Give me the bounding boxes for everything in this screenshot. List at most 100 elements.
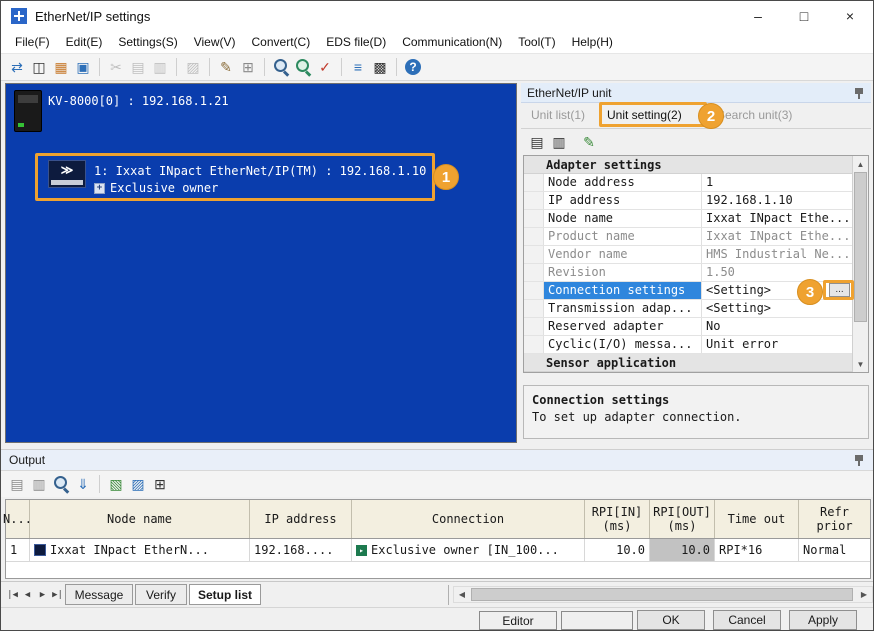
edit-icon[interactable]: ✎ xyxy=(216,57,236,77)
grid-cell-name[interactable]: IP address xyxy=(544,192,702,209)
help-icon[interactable]: ? xyxy=(405,59,421,75)
monitor-icon[interactable]: ◫ xyxy=(29,57,49,77)
header-node-name[interactable]: Node name xyxy=(30,500,250,538)
menu-settings[interactable]: Settings(S) xyxy=(110,32,185,52)
pin-icon[interactable] xyxy=(853,453,865,467)
register-icon[interactable]: ⊞ xyxy=(238,57,258,77)
tab-unit-list[interactable]: Unit list(1) xyxy=(529,103,587,128)
grid-row-reserved-adapter[interactable]: Reserved adapter No xyxy=(524,318,852,336)
output-paste-icon[interactable]: ▥ xyxy=(29,474,49,494)
menu-tool[interactable]: Tool(T) xyxy=(510,32,563,52)
output-export-icon[interactable]: ⇓ xyxy=(73,474,93,494)
grid-cell-value[interactable]: Ixxat INpact Ethe... xyxy=(702,210,852,227)
grid-row-revision[interactable]: Revision 1.50 xyxy=(524,264,852,282)
editor-status-cell[interactable]: Editor xyxy=(479,611,557,630)
last-tab-button[interactable]: ▶| xyxy=(50,586,65,603)
output-find-icon[interactable] xyxy=(51,474,71,494)
header-time-out[interactable]: Time out xyxy=(715,500,799,538)
grid-row-node-address[interactable]: Node address 1 xyxy=(524,174,852,192)
scroll-thumb[interactable] xyxy=(471,588,853,601)
cell-connection[interactable]: ▸ Exclusive owner [IN_100... xyxy=(352,539,585,561)
table-view-icon[interactable]: ▩ xyxy=(370,57,390,77)
ok-button[interactable]: OK xyxy=(637,610,705,630)
header-rpi-in[interactable]: RPI[IN](ms) xyxy=(585,500,650,538)
cell-refresh-priority[interactable]: Normal xyxy=(799,539,870,561)
header-rpi-out[interactable]: RPI[OUT](ms) xyxy=(650,500,715,538)
grid-cell-value[interactable]: 1 xyxy=(702,174,852,191)
menu-help[interactable]: Help(H) xyxy=(564,32,621,52)
cell-no[interactable]: 1 xyxy=(6,539,30,561)
transfer-icon[interactable]: ⇄ xyxy=(7,57,27,77)
cancel-button[interactable]: Cancel xyxy=(713,610,781,630)
adapter-connection-type[interactable]: Exclusive owner xyxy=(110,181,218,195)
grid-cell-value[interactable]: No xyxy=(702,318,852,335)
unit-editor-icon[interactable]: ▦ xyxy=(51,57,71,77)
grid-cell-value[interactable]: <Setting> xyxy=(702,300,852,317)
output-register-icon[interactable]: ▧ xyxy=(106,474,126,494)
grid-cell-name[interactable]: Node address xyxy=(544,174,702,191)
grid-cell-name[interactable]: Connection settings xyxy=(544,282,702,299)
menu-edit[interactable]: Edit(E) xyxy=(58,32,111,52)
grid-row-cyclic-message[interactable]: Cyclic(I/O) messa... Unit error xyxy=(524,336,852,354)
output-grid-icon[interactable]: ⊞ xyxy=(150,474,170,494)
cut-icon[interactable]: ✂ xyxy=(106,57,126,77)
plc-icon[interactable] xyxy=(14,90,42,132)
copy-icon[interactable]: ▤ xyxy=(128,57,148,77)
menu-view[interactable]: View(V) xyxy=(186,32,244,52)
grid-cell-value[interactable]: <Setting> ... xyxy=(702,282,852,299)
tab-unit-setting[interactable]: Unit setting(2) xyxy=(605,103,684,128)
sort-category-icon[interactable]: ▤ xyxy=(527,132,547,152)
verify-icon[interactable]: ✓ xyxy=(315,57,335,77)
adapter-icon[interactable]: ≫ xyxy=(48,160,86,188)
menu-communication[interactable]: Communication(N) xyxy=(394,32,510,52)
grid-cell-name[interactable]: Reserved adapter xyxy=(544,318,702,335)
grid-row-vendor-name[interactable]: Vendor name HMS Industrial Ne... xyxy=(524,246,852,264)
menu-convert[interactable]: Convert(C) xyxy=(244,32,319,52)
scroll-left-arrow[interactable]: ◀ xyxy=(454,587,470,602)
grid-cell-name[interactable]: Cyclic(I/O) messa... xyxy=(544,336,702,353)
edit-setting-icon[interactable]: ✎ xyxy=(579,132,599,152)
paste-icon[interactable]: ▥ xyxy=(150,57,170,77)
next-tab-button[interactable]: ▶ xyxy=(35,586,50,603)
grid-cell-name[interactable]: Transmission adap... xyxy=(544,300,702,317)
scroll-up-arrow[interactable]: ▲ xyxy=(853,156,868,172)
menu-file[interactable]: File(F) xyxy=(7,32,58,52)
header-refresh-priority[interactable]: Refrprior xyxy=(799,500,870,538)
topology-panel[interactable]: KV-8000[0] : 192.168.1.21 ≫ 1: Ixxat INp… xyxy=(5,83,517,443)
grid-row-ip-address[interactable]: IP address 192.168.1.10 xyxy=(524,192,852,210)
scroll-thumb[interactable] xyxy=(854,172,867,322)
tab-search-unit[interactable]: Search unit(3) xyxy=(715,103,794,128)
cell-rpi-out[interactable]: 10.0 xyxy=(650,539,715,561)
maximize-button[interactable]: □ xyxy=(781,1,827,31)
grid-row-product-name[interactable]: Product name Ixxat INpact Ethe... xyxy=(524,228,852,246)
adapter-label[interactable]: 1: Ixxat INpact EtherNet/IP(TM) : 192.16… xyxy=(94,164,426,178)
search-web-icon[interactable] xyxy=(293,57,313,77)
plc-label[interactable]: KV-8000[0] : 192.168.1.21 xyxy=(48,94,229,108)
cell-ip-address[interactable]: 192.168.... xyxy=(250,539,352,561)
header-no[interactable]: N... xyxy=(6,500,30,538)
output-monitor-icon[interactable]: ▨ xyxy=(128,474,148,494)
list-view-icon[interactable]: ≡ xyxy=(348,57,368,77)
tab-setup-list[interactable]: Setup list xyxy=(189,584,261,605)
grid-vertical-scrollbar[interactable]: ▲ ▼ xyxy=(852,156,868,372)
pin-icon[interactable] xyxy=(853,86,865,100)
expand-icon[interactable]: + xyxy=(94,183,105,194)
table-row[interactable]: 1 Ixxat INpact EtherN... 192.168.... ▸ E… xyxy=(6,539,870,562)
scroll-right-arrow[interactable]: ▶ xyxy=(856,587,872,602)
duplicate-unit-icon[interactable]: ▣ xyxy=(73,57,93,77)
sort-order-icon[interactable]: ▥ xyxy=(549,132,569,152)
minimize-button[interactable]: – xyxy=(735,1,781,31)
grid-row-node-name[interactable]: Node name Ixxat INpact Ethe... xyxy=(524,210,852,228)
scroll-down-arrow[interactable]: ▼ xyxy=(853,356,868,372)
output-copy-icon[interactable]: ▤ xyxy=(7,474,27,494)
grid-cell-value[interactable]: 192.168.1.10 xyxy=(702,192,852,209)
special-paste-icon[interactable]: ▨ xyxy=(183,57,203,77)
tab-verify[interactable]: Verify xyxy=(135,584,187,605)
apply-button[interactable]: Apply xyxy=(789,610,857,630)
connection-settings-ellipsis-button[interactable]: ... xyxy=(829,283,850,297)
cell-time-out[interactable]: RPI*16 xyxy=(715,539,799,561)
header-connection[interactable]: Connection xyxy=(352,500,585,538)
close-button[interactable]: × xyxy=(827,1,873,31)
horizontal-scrollbar[interactable]: ◀ ▶ xyxy=(453,586,873,603)
cell-node-name[interactable]: Ixxat INpact EtherN... xyxy=(30,539,250,561)
